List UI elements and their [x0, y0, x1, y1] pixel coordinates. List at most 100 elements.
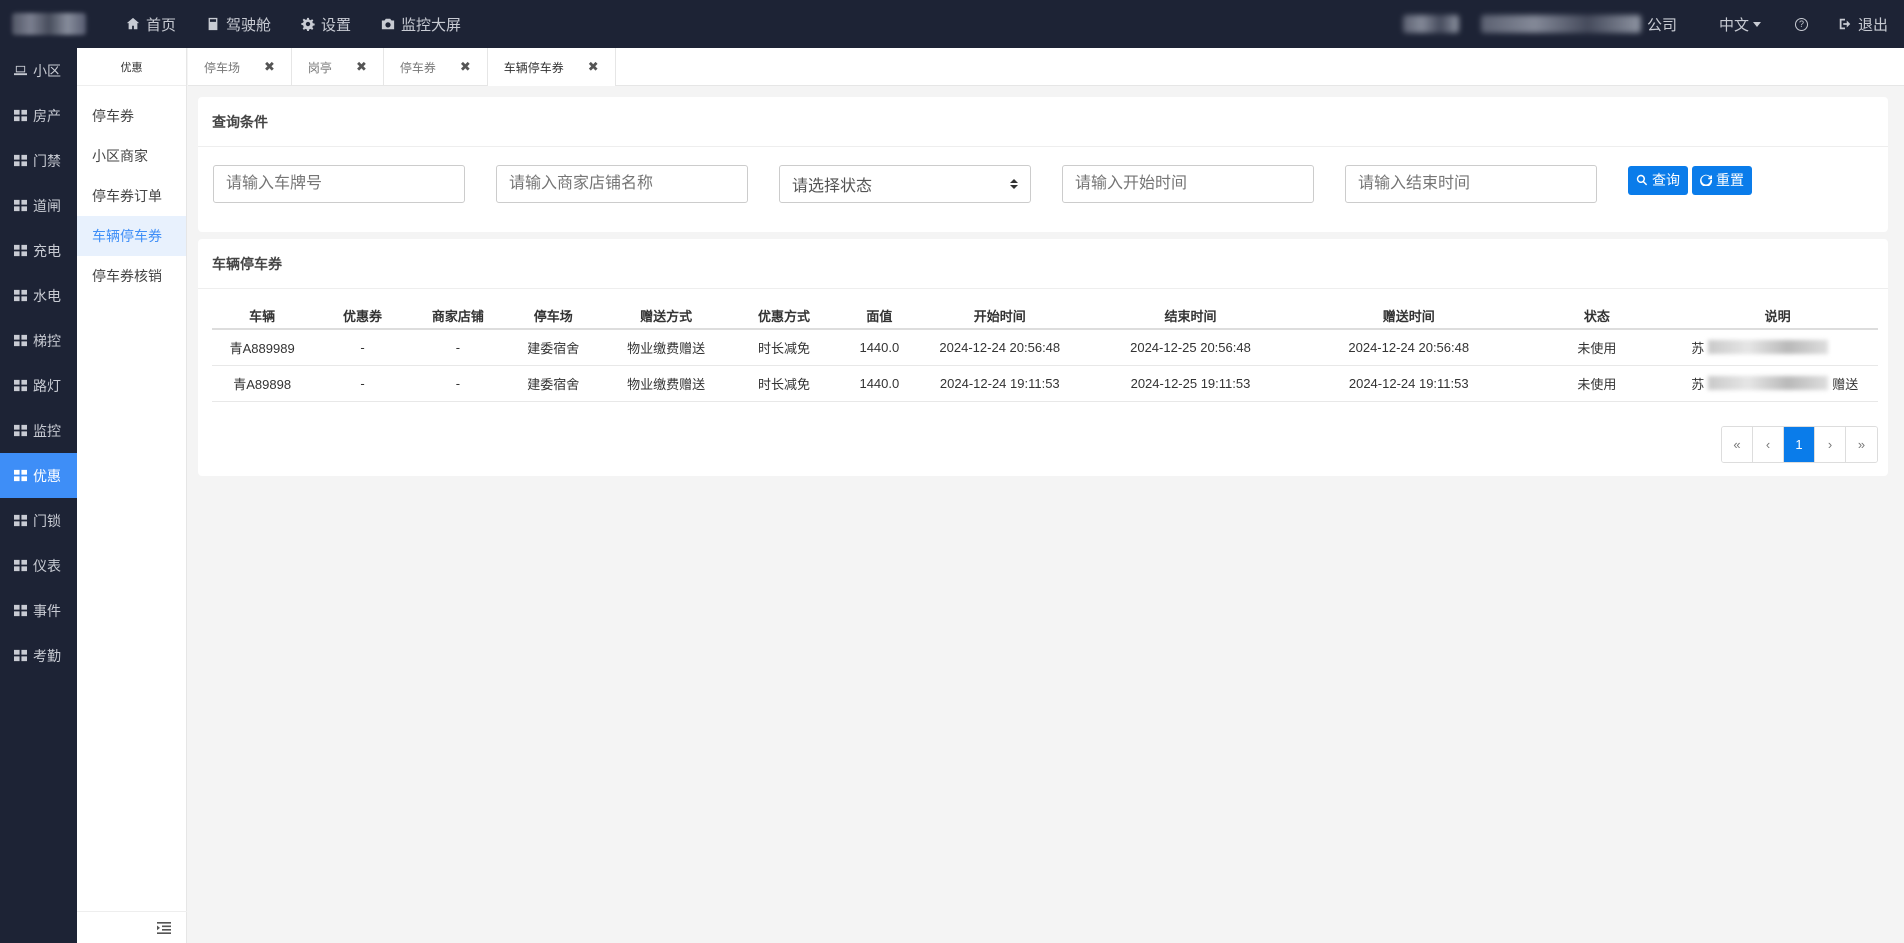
sidebar-collapse-button[interactable]: [77, 911, 187, 943]
table-cell: -: [412, 365, 504, 402]
search-button[interactable]: 查询: [1628, 165, 1688, 195]
description-wrap: 苏: [1691, 338, 1878, 357]
sub-sidebar-item-3[interactable]: 车辆停车券: [77, 216, 186, 256]
search-button-label: 查询: [1652, 172, 1680, 188]
table-header-cell: 开始时间: [919, 303, 1081, 330]
sidebar-item-11[interactable]: 仪表: [0, 543, 77, 588]
close-icon[interactable]: ✖: [460, 59, 471, 75]
close-icon[interactable]: ✖: [264, 59, 275, 75]
sidebar-item-7[interactable]: 路灯: [0, 363, 77, 408]
table-cell: 未使用: [1516, 365, 1678, 402]
sub-sidebar-item-2[interactable]: 停车券订单: [77, 176, 186, 216]
tab-bar: 停车场 ✖ 岗亭 ✖ 停车券 ✖ 车辆停车券 ✖: [188, 48, 1904, 86]
logout-button[interactable]: 退出: [1838, 14, 1888, 35]
nav-monitor-screen[interactable]: 监控大屏: [381, 14, 461, 35]
table-header-cell: 车辆: [212, 303, 313, 330]
plate-number-input[interactable]: [213, 165, 465, 203]
grid-icon: [14, 334, 27, 347]
page-last-button[interactable]: »: [1846, 427, 1877, 462]
nav-settings[interactable]: 设置: [301, 14, 351, 35]
sidebar-item-4[interactable]: 充电: [0, 228, 77, 273]
nav-home[interactable]: 首页: [126, 14, 176, 35]
sidebar-item-0[interactable]: 小区: [0, 48, 77, 93]
table-header-cell: 商家店铺: [412, 303, 504, 330]
logo[interactable]: [0, 0, 86, 48]
help-icon[interactable]: ?: [1794, 17, 1808, 31]
logout-label: 退出: [1857, 16, 1888, 34]
refresh-icon: [1700, 174, 1712, 186]
table-cell: 未使用: [1516, 329, 1678, 366]
sidebar-item-3[interactable]: 道闸: [0, 183, 77, 228]
grid-icon: [14, 514, 27, 527]
sub-sidebar-item-0[interactable]: 停车券: [77, 96, 186, 136]
table-cell: 物业缴费赠送: [603, 329, 729, 366]
sidebar-item-2[interactable]: 门禁: [0, 138, 77, 183]
end-time-input[interactable]: [1345, 165, 1597, 203]
sidebar-item-8[interactable]: 监控: [0, 408, 77, 453]
close-icon[interactable]: ✖: [356, 59, 367, 75]
company-name: 公司: [1402, 14, 1677, 35]
sidebar-item-6[interactable]: 梯控: [0, 318, 77, 363]
language-select[interactable]: 中文: [1719, 14, 1761, 35]
sidebar-item-12[interactable]: 事件: [0, 588, 77, 633]
sub-sidebar-item-1[interactable]: 小区商家: [77, 136, 186, 176]
query-panel: 查询条件 请选择状态 查询 重置: [198, 97, 1888, 232]
sidebar-item-13[interactable]: 考勤: [0, 633, 77, 678]
redacted-text: [1708, 376, 1829, 390]
sidebar-item-label: 门禁: [33, 152, 61, 169]
table-panel-title: 车辆停车券: [198, 239, 1888, 289]
table-cell: 1440.0: [839, 365, 920, 402]
sidebar-item-10[interactable]: 门锁: [0, 498, 77, 543]
tab-2[interactable]: 停车券 ✖: [384, 48, 488, 86]
sidebar-item-1[interactable]: 房产: [0, 93, 77, 138]
company-suffix: 公司: [1646, 16, 1677, 34]
table-cell: 青A89898: [212, 365, 313, 402]
grid-icon: [14, 199, 27, 212]
tab-1[interactable]: 岗亭 ✖: [292, 48, 384, 86]
company-blur: [1402, 15, 1459, 33]
table-cell: 建委宿舍: [503, 365, 604, 402]
reset-button[interactable]: 重置: [1692, 165, 1752, 195]
table-header-cell: 面值: [839, 303, 920, 330]
sort-arrows-icon: [1010, 179, 1018, 189]
page-current-button[interactable]: 1: [1784, 427, 1815, 462]
sidebar-item-label: 梯控: [33, 332, 61, 349]
nav-settings-label: 设置: [321, 16, 352, 34]
sidebar-item-label: 仪表: [33, 557, 61, 574]
page-prev-button[interactable]: ‹: [1753, 427, 1784, 462]
sub-sidebar-title: 优惠: [77, 48, 186, 86]
table-header-cell: 赠送时间: [1300, 303, 1517, 330]
logo-image: [12, 13, 86, 35]
tab-3[interactable]: 车辆停车券 ✖: [487, 48, 616, 86]
table-cell: 物业缴费赠送: [603, 365, 729, 402]
tab-0[interactable]: 停车场 ✖: [188, 48, 292, 86]
top-right: 公司 中文 ? 退出: [1402, 0, 1904, 48]
page-first-button[interactable]: «: [1722, 427, 1753, 462]
table-cell: 时长减免: [728, 329, 840, 366]
table-cell: 2024-12-24 20:56:48: [919, 329, 1081, 366]
grid-icon: [14, 559, 27, 572]
table-cell: 2024-12-24 19:11:53: [919, 365, 1081, 402]
main-sidebar: 小区 房产门禁道闸 充电 水电梯控路灯 监控优惠门锁仪表事件 考勤: [0, 48, 77, 943]
sub-sidebar: 优惠 停车券 小区商家 停车券订单 车辆停车券 停车券核销: [77, 48, 187, 943]
sidebar-item-label: 优惠: [33, 467, 61, 484]
gear-icon: [301, 17, 315, 31]
shop-name-input[interactable]: [496, 165, 748, 203]
description-text: 苏: [1691, 376, 1705, 392]
start-time-input[interactable]: [1062, 165, 1314, 203]
sign-out-icon: [1839, 18, 1851, 30]
indent-icon: [157, 921, 171, 934]
grid-icon: [14, 604, 27, 617]
sidebar-item-5[interactable]: 水电: [0, 273, 77, 318]
page-next-button[interactable]: ›: [1815, 427, 1846, 462]
status-select[interactable]: 请选择状态: [779, 165, 1031, 203]
close-icon[interactable]: ✖: [588, 59, 599, 75]
sub-sidebar-item-4[interactable]: 停车券核销: [77, 256, 186, 296]
nav-cockpit[interactable]: 驾驶舱: [206, 14, 271, 35]
table-cell: 2024-12-24 20:56:48: [1300, 329, 1517, 366]
grid-icon: [14, 469, 27, 482]
table-cell: 2024-12-25 20:56:48: [1080, 329, 1301, 366]
sidebar-item-9[interactable]: 优惠: [0, 453, 77, 498]
reset-button-label: 重置: [1716, 172, 1744, 188]
tab-label: 停车场: [204, 60, 241, 75]
